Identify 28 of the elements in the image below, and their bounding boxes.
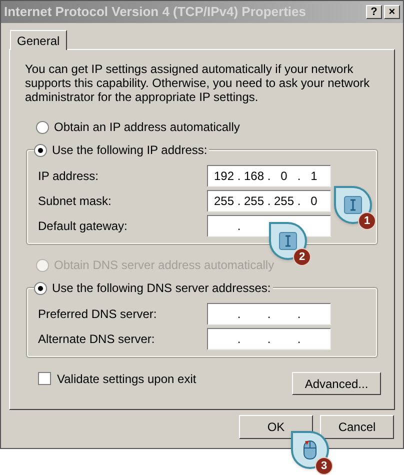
close-button[interactable]: × [384,5,400,19]
ip-address-field[interactable]: 192 . 168 . 0 . 1 [207,164,331,186]
intro-text: You can get IP settings assigned automatically if your network supports this capability. Otherwise, you need to ask your network administrator for the appropriate IP settings. [24,61,371,104]
field-label: Subnet mask: [38,192,112,210]
radio-button[interactable] [34,282,47,294]
tab[interactable]: General [10,30,67,50]
ip-address-field[interactable]: 255 . 255 . 255 . 0 [207,190,331,212]
radio-label: Obtain an IP address automatically [54,119,240,136]
help-button[interactable]: ? [366,5,382,19]
ok-button[interactable]: OK [239,415,313,439]
field-label: Alternate DNS server: [38,330,155,348]
cancel-button[interactable]: Cancel [320,415,394,439]
mouse-icon [303,440,317,460]
checkbox-label: Validate settings upon exit [57,370,196,388]
text-cursor-icon [279,232,297,250]
radio-label: Use the following IP address: [52,142,208,159]
ip-address-field[interactable]: . . . [207,302,331,324]
advanced-button[interactable]: Advanced... [292,372,381,395]
text-cursor-icon [344,196,362,214]
radio-button[interactable] [36,120,49,134]
field-label: Default gateway: [38,218,128,234]
ip-address-field[interactable]: . . . [207,328,331,350]
field-label: IP address: [38,168,98,184]
radio-label: Use the following DNS server addresses: [52,280,271,297]
radio-button[interactable] [34,144,47,156]
field-label: Preferred DNS server: [38,306,157,322]
checkbox[interactable] [38,372,51,385]
step-number-badge: 3 [315,457,333,475]
